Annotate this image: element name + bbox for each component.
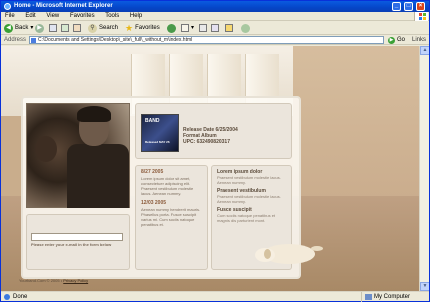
star-icon: ★: [125, 23, 134, 33]
menu-help[interactable]: Help: [130, 13, 142, 19]
scroll-up-icon[interactable]: ▲: [420, 46, 429, 55]
address-url: C:\Documents and Settings\Desktop\_site\…: [38, 37, 193, 43]
search-icon: ⚲: [88, 23, 97, 33]
copyright-text: Yourband.Com © 2005 •: [19, 278, 63, 283]
privacy-policy-link[interactable]: Privacy Policy: [63, 278, 88, 283]
close-button[interactable]: ×: [416, 2, 425, 11]
favorites-label: Favorites: [135, 25, 160, 31]
favorites-button[interactable]: ★ Favorites: [125, 23, 160, 33]
forward-button[interactable]: ▶: [35, 23, 44, 33]
forward-arrow-icon: ▶: [35, 23, 44, 33]
print-icon: [199, 24, 207, 32]
title-bar: Home - Microsoft Internet Explorer _ □ ×: [1, 1, 429, 12]
album-subtitle: Released MAY 26: [145, 140, 170, 144]
edit-button[interactable]: [211, 23, 219, 33]
chevron-down-icon: ▾: [30, 25, 34, 31]
stop-icon: [49, 24, 57, 32]
email-caption: Please enter your e-mail in the form bel…: [31, 242, 112, 247]
refresh-button[interactable]: [61, 23, 69, 33]
album-title: BAND: [145, 118, 160, 124]
status-bar: Done My Computer: [1, 291, 429, 302]
page-content: BAND Released MAY 26 Release Date 6/25/2…: [1, 46, 429, 291]
address-input[interactable]: C:\Documents and Settings\Desktop\_site\…: [29, 36, 384, 44]
history-button[interactable]: [167, 23, 176, 33]
menu-favorites[interactable]: Favorites: [70, 13, 95, 19]
maximize-button[interactable]: □: [404, 2, 413, 11]
feature-item[interactable]: Praesent vestibulum Praesent vestibulum …: [217, 189, 286, 205]
dog-ear: [264, 249, 271, 259]
feature-text: Praesent vestibulum molestie lacus. Aene…: [217, 175, 281, 185]
album-cover[interactable]: BAND Released MAY 26: [141, 114, 179, 152]
news-box: 8/27 2005 Lorem ipsum dolor sit amet, co…: [135, 165, 208, 270]
folder-button[interactable]: [225, 23, 233, 33]
vertical-scrollbar[interactable]: ▲ ▼: [419, 46, 429, 291]
band-member-hair: [77, 106, 111, 122]
menu-bar: File Edit View Favorites Tools Help: [1, 12, 429, 21]
scroll-down-icon[interactable]: ▼: [420, 282, 429, 291]
news-text: Lorem ipsum dolor sit amet, consectetuer…: [141, 176, 194, 196]
band-photo: [26, 103, 130, 208]
news-date: 12/03 2005: [141, 200, 167, 206]
search-label: Search: [99, 25, 119, 31]
mailing-list-box: Please enter your e-mail in the form bel…: [26, 214, 130, 270]
mail-button[interactable]: ▾: [181, 23, 194, 33]
release-upc: UPC: 632490820317: [183, 139, 230, 145]
feature-text: Praesent vestibulum molestie lacus. Aene…: [217, 194, 281, 204]
band-member-body: [67, 144, 129, 208]
mail-icon: [181, 24, 189, 32]
feature-text: Cum sociis natoque penatibus et magnis d…: [217, 213, 276, 223]
menu-view[interactable]: View: [46, 13, 59, 19]
links-button[interactable]: Links: [412, 35, 426, 45]
folder-icon: [225, 24, 233, 32]
menu-edit[interactable]: Edit: [25, 13, 35, 19]
email-field[interactable]: [31, 233, 123, 241]
back-label: Back: [15, 25, 29, 31]
back-button[interactable]: ◀ Back ▾: [4, 23, 33, 33]
go-arrow-icon: ▶: [388, 36, 395, 44]
feature-item[interactable]: Lorem ipsum dolor Praesent vestibulum mo…: [217, 170, 286, 186]
security-zone: My Computer: [361, 292, 429, 302]
messenger-icon: [241, 23, 250, 33]
window-title: Home - Microsoft Internet Explorer: [14, 3, 113, 9]
print-button[interactable]: [199, 23, 207, 33]
chevron-down-icon: ▾: [191, 25, 195, 31]
edit-icon: [211, 24, 219, 32]
stop-button[interactable]: [49, 23, 57, 33]
dog-tail: [311, 246, 323, 251]
news-date: 8/27 2005: [141, 169, 164, 175]
toolbar: ◀ Back ▾ ▶ ⚲ Search ★ Favorites ▾: [1, 21, 429, 35]
windows-logo-icon: [414, 12, 428, 21]
messenger-button[interactable]: [241, 23, 250, 33]
address-label: Address: [4, 37, 27, 43]
release-box: BAND Released MAY 26 Release Date 6/25/2…: [135, 103, 292, 159]
page-icon: [31, 38, 36, 43]
status-text: Done: [13, 294, 28, 300]
browser-window: Home - Microsoft Internet Explorer _ □ ×…: [0, 0, 430, 302]
page-status-icon: [4, 294, 10, 300]
home-icon: [73, 24, 81, 32]
ie-icon: [4, 3, 11, 10]
minimize-button[interactable]: _: [392, 2, 401, 11]
dog-image: [255, 234, 325, 266]
refresh-icon: [61, 24, 69, 32]
feature-item[interactable]: Fusce suscipit Cum sociis natoque penati…: [217, 208, 286, 224]
go-button[interactable]: ▶ Go: [388, 35, 405, 45]
search-button[interactable]: ⚲ Search: [88, 23, 118, 33]
zone-label: My Computer: [374, 294, 411, 300]
footer: Yourband.Com © 2005 • Privacy Policy: [19, 278, 88, 283]
menu-file[interactable]: File: [5, 13, 15, 19]
release-info: Release Date 6/25/2004 Format Album UPC:…: [183, 127, 238, 145]
go-label: Go: [397, 37, 406, 43]
history-icon: [167, 23, 176, 33]
news-text: Aenean nummy hendrerit mauris. Phasellus…: [141, 207, 201, 227]
address-bar: Address C:\Documents and Settings\Deskto…: [1, 35, 429, 45]
computer-icon: [365, 294, 372, 300]
back-arrow-icon: ◀: [4, 23, 13, 33]
menu-tools[interactable]: Tools: [105, 13, 119, 19]
home-button[interactable]: [73, 23, 81, 33]
band-member-left: [35, 136, 57, 162]
